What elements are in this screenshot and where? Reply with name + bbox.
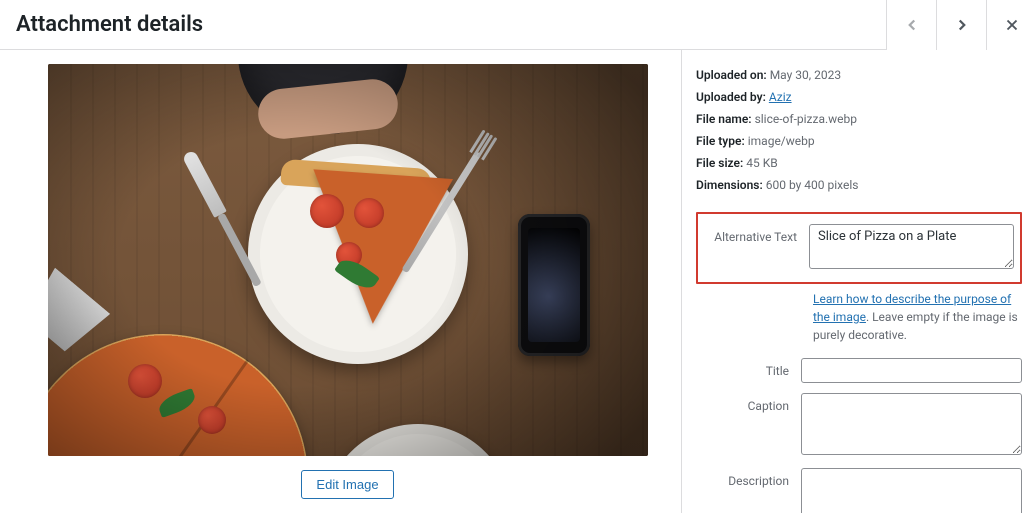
attachment-preview: Edit Image bbox=[0, 50, 681, 513]
description-input[interactable] bbox=[801, 468, 1022, 513]
alt-text-highlight: Alternative Text bbox=[696, 212, 1022, 284]
close-button[interactable] bbox=[986, 0, 1036, 50]
close-icon bbox=[1003, 16, 1021, 34]
description-label: Description bbox=[696, 468, 801, 488]
meta-file-type: File type: image/webp bbox=[696, 132, 1022, 150]
title-input[interactable] bbox=[801, 358, 1022, 383]
attachment-details-sidebar: Uploaded on: May 30, 2023 Uploaded by: A… bbox=[681, 50, 1036, 513]
modal-title: Attachment details bbox=[16, 12, 203, 37]
next-button[interactable] bbox=[936, 0, 986, 50]
caption-label: Caption bbox=[696, 393, 801, 413]
alt-text-help: Learn how to describe the purpose of the… bbox=[813, 290, 1022, 344]
edit-image-button[interactable]: Edit Image bbox=[301, 470, 393, 499]
alt-text-input[interactable] bbox=[809, 224, 1014, 269]
uploader-link[interactable]: Aziz bbox=[769, 90, 792, 104]
meta-dimensions: Dimensions: 600 by 400 pixels bbox=[696, 176, 1022, 194]
meta-file-name: File name: slice-of-pizza.webp bbox=[696, 110, 1022, 128]
meta-file-size: File size: 45 KB bbox=[696, 154, 1022, 172]
chevron-right-icon bbox=[953, 16, 971, 34]
caption-input[interactable] bbox=[801, 393, 1022, 455]
title-label: Title bbox=[696, 358, 801, 378]
modal-header: Attachment details bbox=[0, 0, 1036, 50]
chevron-left-icon bbox=[903, 16, 921, 34]
prev-button[interactable] bbox=[886, 0, 936, 50]
meta-uploaded-on: Uploaded on: May 30, 2023 bbox=[696, 66, 1022, 84]
alt-text-label: Alternative Text bbox=[704, 224, 809, 244]
attachment-image bbox=[48, 64, 648, 456]
meta-uploaded-by: Uploaded by: Aziz bbox=[696, 88, 1022, 106]
header-actions bbox=[886, 0, 1036, 49]
